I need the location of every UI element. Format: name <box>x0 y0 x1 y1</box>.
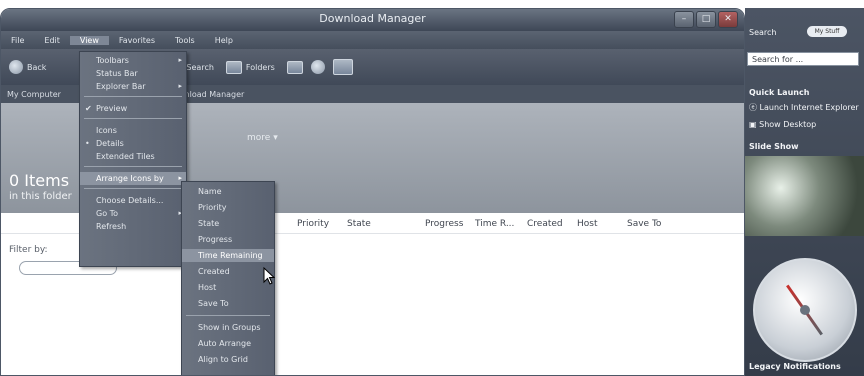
menu-item-extended-tiles[interactable]: Extended Tiles <box>80 150 186 163</box>
thumbnail-icon <box>332 59 353 75</box>
more-link[interactable]: more ▾ <box>247 133 278 143</box>
menu-item-toolbars[interactable]: Toolbars ▸ <box>80 54 186 67</box>
submenu-item-name[interactable]: Name <box>182 185 274 198</box>
title-bar[interactable]: Download Manager – □ ✕ <box>1 9 744 31</box>
column-save-to[interactable]: Save To <box>627 219 661 229</box>
menu-help[interactable]: Help <box>205 36 243 45</box>
window-controls: – □ ✕ <box>674 11 738 28</box>
search-button[interactable]: Search <box>186 63 213 72</box>
item-count: 0 Items <box>9 171 70 190</box>
desktop-icon: ▣ <box>749 120 757 129</box>
internet-explorer-icon: ⓔ <box>749 103 757 112</box>
menu-item-explorer-bar[interactable]: Explorer Bar ▸ <box>80 80 186 93</box>
folders-button[interactable]: Folders <box>225 60 275 74</box>
launch-ie-item[interactable]: ⓔ Launch Internet Explorer <box>749 102 859 113</box>
column-time-remaining[interactable]: Time R... <box>475 219 514 229</box>
sync-button[interactable] <box>310 60 325 74</box>
show-desktop-item[interactable]: ▣ Show Desktop <box>749 120 816 129</box>
menu-separator <box>84 96 182 97</box>
crumb-my-computer[interactable]: My Computer <box>7 90 61 99</box>
submenu-item-created[interactable]: Created <box>182 265 274 278</box>
filter-label: Filter by: <box>9 245 48 255</box>
column-created[interactable]: Created <box>527 219 563 229</box>
slideshow-title: Slide Show <box>749 142 799 151</box>
menu-item-preview[interactable]: ✔ Preview <box>80 102 186 115</box>
search-label: Search <box>186 62 214 72</box>
maximize-button[interactable]: □ <box>696 11 716 28</box>
clock-center <box>800 305 810 315</box>
submenu-item-state[interactable]: State <box>182 217 274 230</box>
submenu-item-host[interactable]: Host <box>182 281 274 294</box>
menu-bar: File Edit View Favorites Tools Help <box>1 31 744 49</box>
menu-item-arrange-icons-by[interactable]: Arrange Icons by ▸ <box>80 172 186 185</box>
slideshow-image[interactable] <box>745 156 864 236</box>
folders-label: Folders <box>245 62 275 72</box>
windows-sidebar: Search My Stuff Search for ... Quick Lau… <box>745 8 864 376</box>
submenu-item-show-in-groups[interactable]: Show in Groups <box>182 321 274 334</box>
menu-separator <box>84 166 182 167</box>
folders-icon <box>225 60 242 74</box>
back-button[interactable]: Back <box>9 60 46 74</box>
my-stuff-button[interactable]: My Stuff <box>807 26 847 37</box>
checkmark-icon: ✔ <box>85 104 92 113</box>
legacy-notifications-title: Legacy Notifications <box>749 362 841 371</box>
mouse-pointer-icon <box>263 267 275 285</box>
back-arrow-icon <box>9 60 23 74</box>
menu-item-choose-details[interactable]: Choose Details... <box>80 194 186 207</box>
view-menu: Toolbars ▸ Status Bar Explorer Bar ▸ ✔ Prev… <box>79 51 187 267</box>
arrange-submenu: Name Priority State Progress Time Remain… <box>181 181 275 375</box>
sync-icon <box>310 60 325 74</box>
quick-launch-title: Quick Launch <box>749 88 810 97</box>
menu-item-status-bar[interactable]: Status Bar <box>80 67 186 80</box>
column-host[interactable]: Host <box>577 219 598 229</box>
menu-item-icons[interactable]: Icons <box>80 124 186 137</box>
menu-separator <box>84 118 182 119</box>
minimize-button[interactable]: – <box>674 11 694 28</box>
submenu-item-progress[interactable]: Progress <box>182 233 274 246</box>
window-title: Download Manager <box>319 12 426 25</box>
submenu-item-priority[interactable]: Priority <box>182 201 274 214</box>
menu-item-go-to[interactable]: Go To▸ <box>80 207 186 220</box>
download-manager-window: Download Manager – □ ✕ File Edit View Fa… <box>0 8 745 376</box>
column-progress[interactable]: Progress <box>425 219 463 229</box>
item-count-sub: in this folder <box>9 191 72 202</box>
submenu-item-align-to-grid[interactable]: Align to Grid <box>182 353 274 366</box>
menu-edit[interactable]: Edit <box>34 36 70 45</box>
menu-item-details[interactable]: • Details <box>80 137 186 150</box>
column-priority[interactable]: Priority <box>297 219 329 229</box>
menu-separator <box>84 188 182 189</box>
views-icon <box>286 60 303 74</box>
column-state[interactable]: State <box>347 219 371 229</box>
views-button[interactable] <box>286 60 303 74</box>
menu-item-refresh[interactable]: Refresh <box>80 220 186 233</box>
menu-favorites[interactable]: Favorites <box>109 36 165 45</box>
menu-separator <box>186 315 270 316</box>
submenu-item-auto-arrange[interactable]: Auto Arrange <box>182 337 274 350</box>
thumbnail-button[interactable] <box>332 59 353 75</box>
menu-file[interactable]: File <box>1 36 34 45</box>
clock-gadget[interactable] <box>753 258 857 362</box>
radio-dot-icon: • <box>85 139 90 148</box>
submenu-item-save-to[interactable]: Save To <box>182 297 274 310</box>
sidebar-search-title: Search <box>749 28 777 37</box>
menu-view[interactable]: View <box>69 35 109 45</box>
sidebar-search-input[interactable]: Search for ... <box>747 52 859 66</box>
menu-tools[interactable]: Tools <box>165 36 205 45</box>
back-label: Back <box>27 62 47 72</box>
submenu-item-time-remaining[interactable]: Time Remaining <box>182 249 274 262</box>
close-button[interactable]: ✕ <box>718 11 738 28</box>
